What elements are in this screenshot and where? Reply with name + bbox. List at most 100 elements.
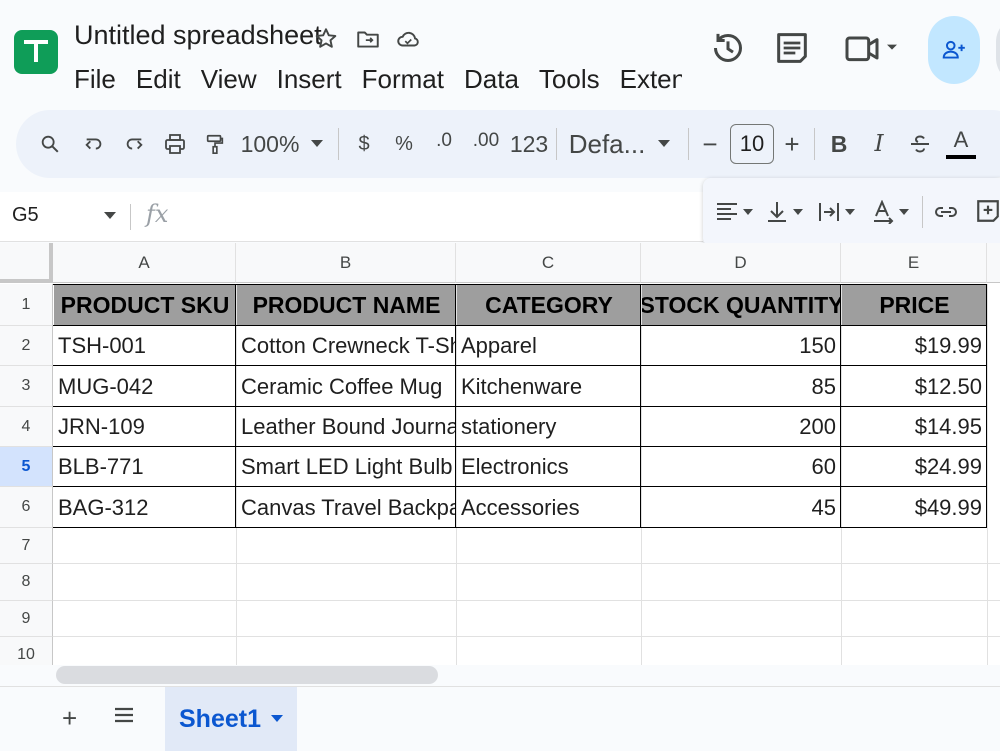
more-formats-button[interactable]: 123 xyxy=(510,110,548,178)
column-header-f[interactable] xyxy=(987,243,1000,283)
menu-view[interactable]: View xyxy=(201,64,257,98)
menu-extensions[interactable]: Extensions xyxy=(620,64,682,98)
decrease-font-size-button[interactable]: − xyxy=(698,110,722,178)
decrease-decimal-button[interactable]: .0 xyxy=(430,110,458,178)
cell-e3[interactable]: $12.50 xyxy=(841,366,987,407)
avatar[interactable] xyxy=(996,16,1000,84)
document-title[interactable]: Untitled spreadsheet xyxy=(74,20,322,51)
cell-c1[interactable]: CATEGORY xyxy=(457,285,641,325)
text-color-button[interactable]: A xyxy=(946,110,976,178)
star-icon[interactable] xyxy=(313,26,339,52)
sheet-tab-dropdown-icon[interactable] xyxy=(270,715,283,723)
menu-file[interactable]: File xyxy=(74,64,116,98)
cell-b2[interactable]: Cotton Crewneck T-Shirt xyxy=(236,326,456,366)
font-family-select[interactable]: Defa... xyxy=(568,110,646,178)
italic-button[interactable]: I xyxy=(866,110,892,178)
menu-tools[interactable]: Tools xyxy=(539,64,600,98)
row-header-1[interactable]: 1 xyxy=(0,284,53,326)
cell-b1[interactable]: PRODUCT NAME xyxy=(237,285,456,325)
comments-icon[interactable] xyxy=(772,28,812,68)
font-dropdown-icon[interactable] xyxy=(656,110,672,178)
select-all-corner[interactable] xyxy=(0,243,53,283)
cell-a6[interactable]: BAG-312 xyxy=(53,487,236,528)
cell-d1[interactable]: STOCK QUANTITY xyxy=(642,285,841,325)
paint-format-icon[interactable] xyxy=(202,110,228,178)
row-header-9[interactable]: 9 xyxy=(0,601,53,637)
horizontal-align-icon[interactable] xyxy=(715,200,759,224)
row-header-5[interactable]: 5 xyxy=(0,447,53,487)
row-header-8[interactable]: 8 xyxy=(0,564,53,601)
menu-data[interactable]: Data xyxy=(464,64,519,98)
text-rotation-icon[interactable] xyxy=(871,200,915,224)
cloud-saved-icon[interactable] xyxy=(395,26,421,52)
cell-e6[interactable]: $49.99 xyxy=(841,487,987,528)
cell-a5[interactable]: BLB-771 xyxy=(53,447,236,487)
cell-e2[interactable]: $19.99 xyxy=(841,326,987,366)
horizontal-scrollbar[interactable] xyxy=(56,666,438,684)
increase-font-size-button[interactable]: + xyxy=(780,110,804,178)
text-wrapping-icon[interactable] xyxy=(817,200,861,224)
strikethrough-icon[interactable] xyxy=(906,110,934,178)
all-sheets-icon[interactable] xyxy=(112,703,136,727)
redo-icon[interactable] xyxy=(120,110,148,178)
menu-insert[interactable]: Insert xyxy=(277,64,342,98)
sheet-tab-sheet1[interactable]: Sheet1 xyxy=(165,687,297,751)
column-header-d[interactable]: D xyxy=(641,243,841,283)
column-header-a[interactable]: A xyxy=(53,243,236,283)
menu-edit[interactable]: Edit xyxy=(136,64,181,98)
cell-e1[interactable]: PRICE xyxy=(842,285,987,325)
row-header-10[interactable]: 10 xyxy=(0,637,53,665)
insert-link-icon[interactable] xyxy=(933,200,959,224)
cell-a1[interactable]: PRODUCT SKU xyxy=(54,285,236,325)
print-icon[interactable] xyxy=(160,110,190,178)
sheets-logo-icon[interactable] xyxy=(14,30,58,74)
cell-c4[interactable]: stationery xyxy=(456,407,641,447)
zoom-select[interactable]: 100% xyxy=(241,110,300,178)
column-header-b[interactable]: B xyxy=(236,243,456,283)
meet-icon[interactable] xyxy=(842,28,902,68)
cell-d6[interactable]: 45 xyxy=(641,487,841,528)
cell-b3[interactable]: Ceramic Coffee Mug xyxy=(236,366,456,407)
row-header-2[interactable]: 2 xyxy=(0,326,53,366)
search-menus-icon[interactable] xyxy=(36,110,64,178)
version-history-icon[interactable] xyxy=(708,28,748,68)
row-header-7[interactable]: 7 xyxy=(0,528,53,564)
zoom-dropdown-icon[interactable] xyxy=(308,110,326,178)
row-header-4[interactable]: 4 xyxy=(0,407,53,447)
share-button[interactable] xyxy=(928,16,980,84)
spreadsheet-grid[interactable]: A B C D E 1 2 3 4 5 6 7 8 9 10 PRODUCT S… xyxy=(0,243,1000,665)
name-box-dropdown-icon[interactable] xyxy=(104,212,116,220)
add-sheet-button[interactable]: + xyxy=(62,703,77,734)
column-header-e[interactable]: E xyxy=(841,243,987,283)
cell-b6[interactable]: Canvas Travel Backpack xyxy=(236,487,456,528)
font-size-input[interactable]: 10 xyxy=(730,124,774,164)
cell-d4[interactable]: 200 xyxy=(641,407,841,447)
cell-c5[interactable]: Electronics xyxy=(456,447,641,487)
cell-d3[interactable]: 85 xyxy=(641,366,841,407)
cell-c2[interactable]: Apparel xyxy=(456,326,641,366)
increase-decimal-button[interactable]: .00 xyxy=(468,110,504,178)
cell-e5[interactable]: $24.99 xyxy=(841,447,987,487)
row-header-3[interactable]: 3 xyxy=(0,366,53,407)
cell-d5[interactable]: 60 xyxy=(641,447,841,487)
row-header-6[interactable]: 6 xyxy=(0,487,53,528)
cell-d2[interactable]: 150 xyxy=(641,326,841,366)
name-box[interactable]: G5 xyxy=(12,204,39,227)
bold-button[interactable]: B xyxy=(826,110,852,178)
format-percent-button[interactable]: % xyxy=(392,110,416,178)
cell-a3[interactable]: MUG-042 xyxy=(53,366,236,407)
format-currency-button[interactable]: $ xyxy=(352,110,376,178)
undo-icon[interactable] xyxy=(80,110,108,178)
cell-c6[interactable]: Accessories xyxy=(456,487,641,528)
vertical-align-icon[interactable] xyxy=(765,200,809,224)
menu-format[interactable]: Format xyxy=(362,64,444,98)
column-header-c[interactable]: C xyxy=(456,243,641,283)
cell-a2[interactable]: TSH-001 xyxy=(53,326,236,366)
cell-b4[interactable]: Leather Bound Journal xyxy=(236,407,456,447)
cell-c3[interactable]: Kitchenware xyxy=(456,366,641,407)
cell-a4[interactable]: JRN-109 xyxy=(53,407,236,447)
cell-e4[interactable]: $14.95 xyxy=(841,407,987,447)
cell-b5[interactable]: Smart LED Light Bulb xyxy=(236,447,456,487)
insert-comment-icon[interactable] xyxy=(975,198,1000,224)
move-to-folder-icon[interactable] xyxy=(355,26,381,52)
